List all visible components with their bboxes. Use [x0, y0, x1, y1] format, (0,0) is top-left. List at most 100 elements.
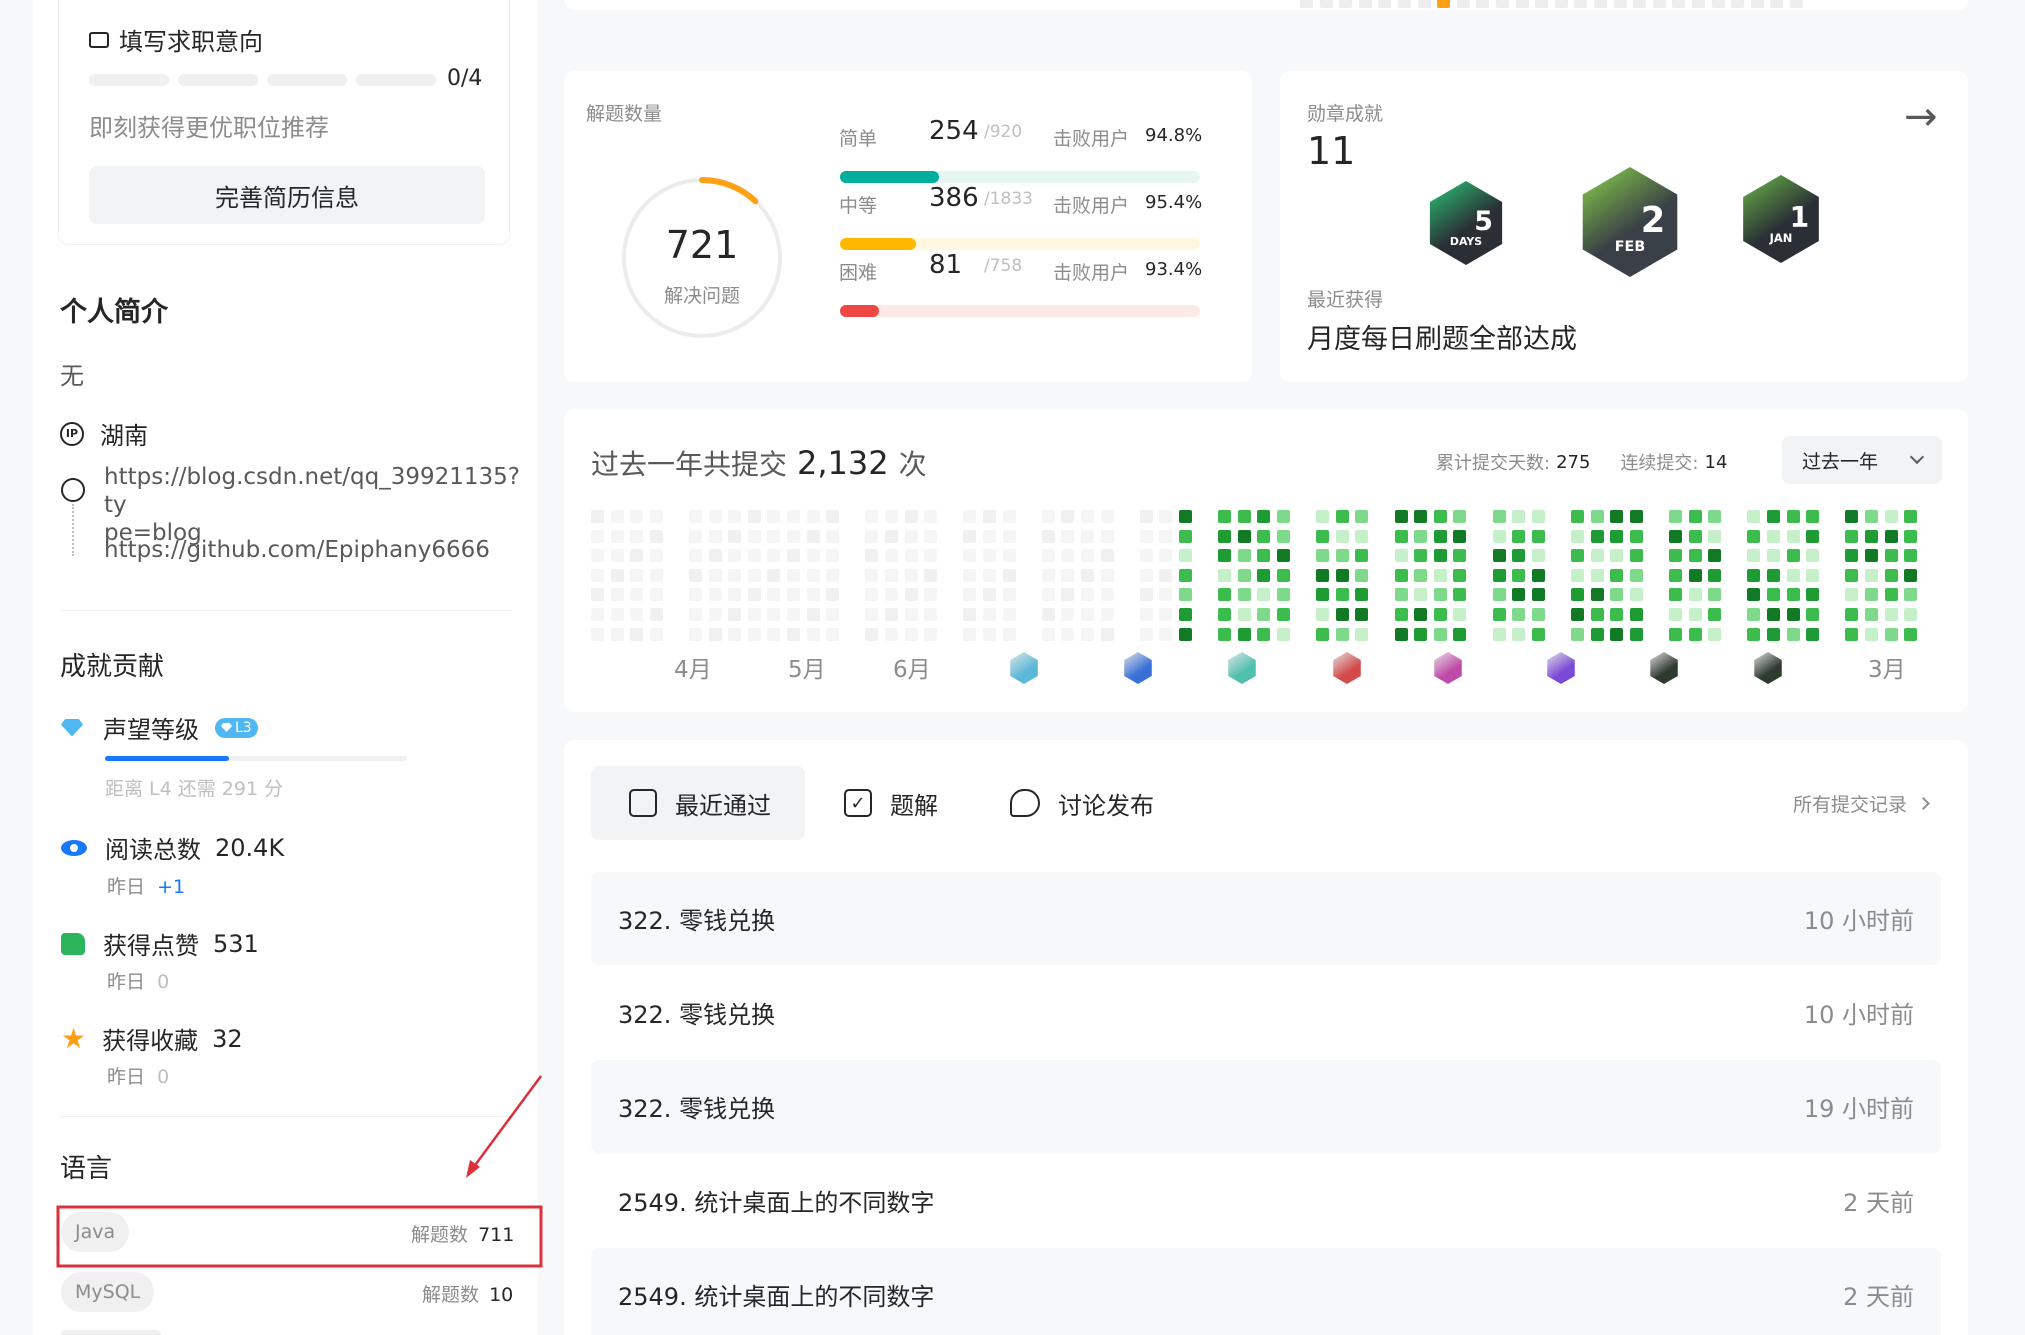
heatmap-cell[interactable] — [630, 588, 644, 602]
heatmap-cell[interactable] — [806, 568, 820, 582]
heatmap-cell[interactable] — [1257, 510, 1271, 523]
heatmap-cell[interactable] — [1257, 588, 1271, 602]
heatmap-cell[interactable] — [1316, 608, 1330, 621]
heatmap-cell[interactable] — [1708, 549, 1722, 563]
heatmap-cell[interactable] — [1218, 510, 1232, 523]
heatmap-cell[interactable] — [1747, 608, 1761, 621]
heatmap-cell[interactable] — [1139, 568, 1153, 582]
heatmap-cell[interactable] — [1041, 608, 1055, 621]
heatmap-cell[interactable] — [1335, 608, 1349, 621]
heatmap-cell[interactable] — [1394, 549, 1408, 563]
heatmap-cell[interactable] — [630, 608, 644, 621]
heatmap-cell[interactable] — [1884, 568, 1898, 582]
heatmap-cell[interactable] — [1865, 529, 1878, 543]
heatmap-cell[interactable] — [1786, 568, 1800, 582]
heatmap-cell[interactable] — [904, 588, 918, 602]
heatmap-cell[interactable] — [885, 529, 898, 543]
heatmap-cell[interactable] — [1355, 549, 1369, 563]
heatmap-cell[interactable] — [1218, 549, 1232, 563]
heatmap-cell[interactable] — [806, 510, 820, 523]
submission-row[interactable]: 322. 零钱兑换 10 小时前 — [591, 966, 1941, 1059]
heatmap-cell[interactable] — [708, 627, 722, 641]
heatmap-cell[interactable] — [1669, 510, 1682, 523]
heatmap-cell[interactable] — [1904, 549, 1918, 563]
heatmap-cell[interactable] — [728, 608, 742, 621]
heatmap-cell[interactable] — [1394, 510, 1408, 523]
heatmap-cell[interactable] — [708, 529, 722, 543]
heatmap-cell[interactable] — [1433, 549, 1447, 563]
heatmap-cell[interactable] — [1433, 588, 1447, 602]
heatmap-cell[interactable] — [1414, 529, 1428, 543]
heatmap-cell[interactable] — [1159, 568, 1173, 582]
heatmap-cell[interactable] — [1179, 608, 1192, 621]
heatmap-cell[interactable] — [1179, 568, 1192, 582]
heatmap-cell[interactable] — [1257, 529, 1271, 543]
heatmap-cell[interactable] — [885, 549, 898, 563]
heatmap-cell[interactable] — [1139, 627, 1153, 641]
heatmap-cell[interactable] — [689, 510, 702, 523]
heatmap-cell[interactable] — [649, 627, 663, 641]
heatmap-cell[interactable] — [1590, 627, 1604, 641]
heatmap-cell[interactable] — [1806, 549, 1820, 563]
heatmap-cell[interactable] — [1786, 529, 1800, 543]
heatmap-cell[interactable] — [1139, 549, 1153, 563]
heatmap-cell[interactable] — [1179, 529, 1192, 543]
heatmap-cell[interactable] — [1316, 529, 1330, 543]
heatmap-cell[interactable] — [1512, 627, 1526, 641]
heatmap-cell[interactable] — [787, 549, 800, 563]
heatmap-cell[interactable] — [610, 529, 624, 543]
heatmap-cell[interactable] — [1433, 627, 1447, 641]
heatmap-cell[interactable] — [610, 549, 624, 563]
heatmap-cell[interactable] — [649, 549, 663, 563]
heatmap-cell[interactable] — [1277, 568, 1290, 582]
heatmap-cell[interactable] — [767, 608, 781, 621]
heatmap-cell[interactable] — [1100, 549, 1114, 563]
heatmap-cell[interactable] — [1237, 588, 1251, 602]
heatmap-cell[interactable] — [806, 529, 820, 543]
heatmap-cell[interactable] — [1688, 510, 1702, 523]
submission-row[interactable]: 322. 零钱兑换 19 小时前 — [591, 1060, 1941, 1153]
heatmap-cell[interactable] — [1571, 568, 1584, 582]
heatmap-cell[interactable] — [1669, 568, 1682, 582]
heatmap-cell[interactable] — [1747, 627, 1761, 641]
heatmap-cell[interactable] — [1237, 529, 1251, 543]
heatmap-cell[interactable] — [1767, 627, 1780, 641]
heatmap-cell[interactable] — [1002, 549, 1016, 563]
heatmap-cell[interactable] — [1610, 608, 1624, 621]
heatmap-cell[interactable] — [747, 529, 761, 543]
heatmap-cell[interactable] — [1179, 549, 1192, 563]
heatmap-cell[interactable] — [708, 588, 722, 602]
heatmap-cell[interactable] — [1335, 510, 1349, 523]
heatmap-cell[interactable] — [1806, 510, 1820, 523]
tab-recent-accepted[interactable]: 最近通过 — [591, 766, 805, 840]
heatmap-cell[interactable] — [1433, 529, 1447, 543]
heatmap-cell[interactable] — [1669, 627, 1682, 641]
heatmap-cell[interactable] — [610, 510, 624, 523]
complete-resume-button[interactable]: 完善简历信息 — [89, 166, 485, 224]
heatmap-cell[interactable] — [1159, 510, 1173, 523]
heatmap-cell[interactable] — [1845, 549, 1859, 563]
heatmap-cell[interactable] — [1061, 588, 1075, 602]
heatmap-cell[interactable] — [983, 588, 996, 602]
heatmap-cell[interactable] — [1335, 627, 1349, 641]
heatmap-cell[interactable] — [1531, 588, 1545, 602]
heatmap-cell[interactable] — [1316, 568, 1330, 582]
monthly-badge-icon[interactable] — [1124, 652, 1152, 684]
heatmap-cell[interactable] — [885, 510, 898, 523]
heatmap-cell[interactable] — [1512, 588, 1526, 602]
heatmap-cell[interactable] — [1218, 568, 1232, 582]
heatmap-cell[interactable] — [1492, 549, 1506, 563]
heatmap-cell[interactable] — [1492, 568, 1506, 582]
heatmap-cell[interactable] — [1629, 627, 1643, 641]
heatmap-cell[interactable] — [1708, 568, 1722, 582]
heatmap-cell[interactable] — [1041, 529, 1055, 543]
heatmap-cell[interactable] — [1159, 627, 1173, 641]
heatmap-cell[interactable] — [1139, 588, 1153, 602]
heatmap-cell[interactable] — [1139, 608, 1153, 621]
heatmap-cell[interactable] — [708, 608, 722, 621]
heatmap-cell[interactable] — [1786, 549, 1800, 563]
submission-row[interactable]: 2549. 统计桌面上的不同数字 2 天前 — [591, 1154, 1941, 1247]
submission-row[interactable]: 2549. 统计桌面上的不同数字 2 天前 — [591, 1248, 1941, 1335]
heatmap-cell[interactable] — [1414, 608, 1428, 621]
range-select[interactable]: 过去一年 — [1782, 436, 1942, 484]
